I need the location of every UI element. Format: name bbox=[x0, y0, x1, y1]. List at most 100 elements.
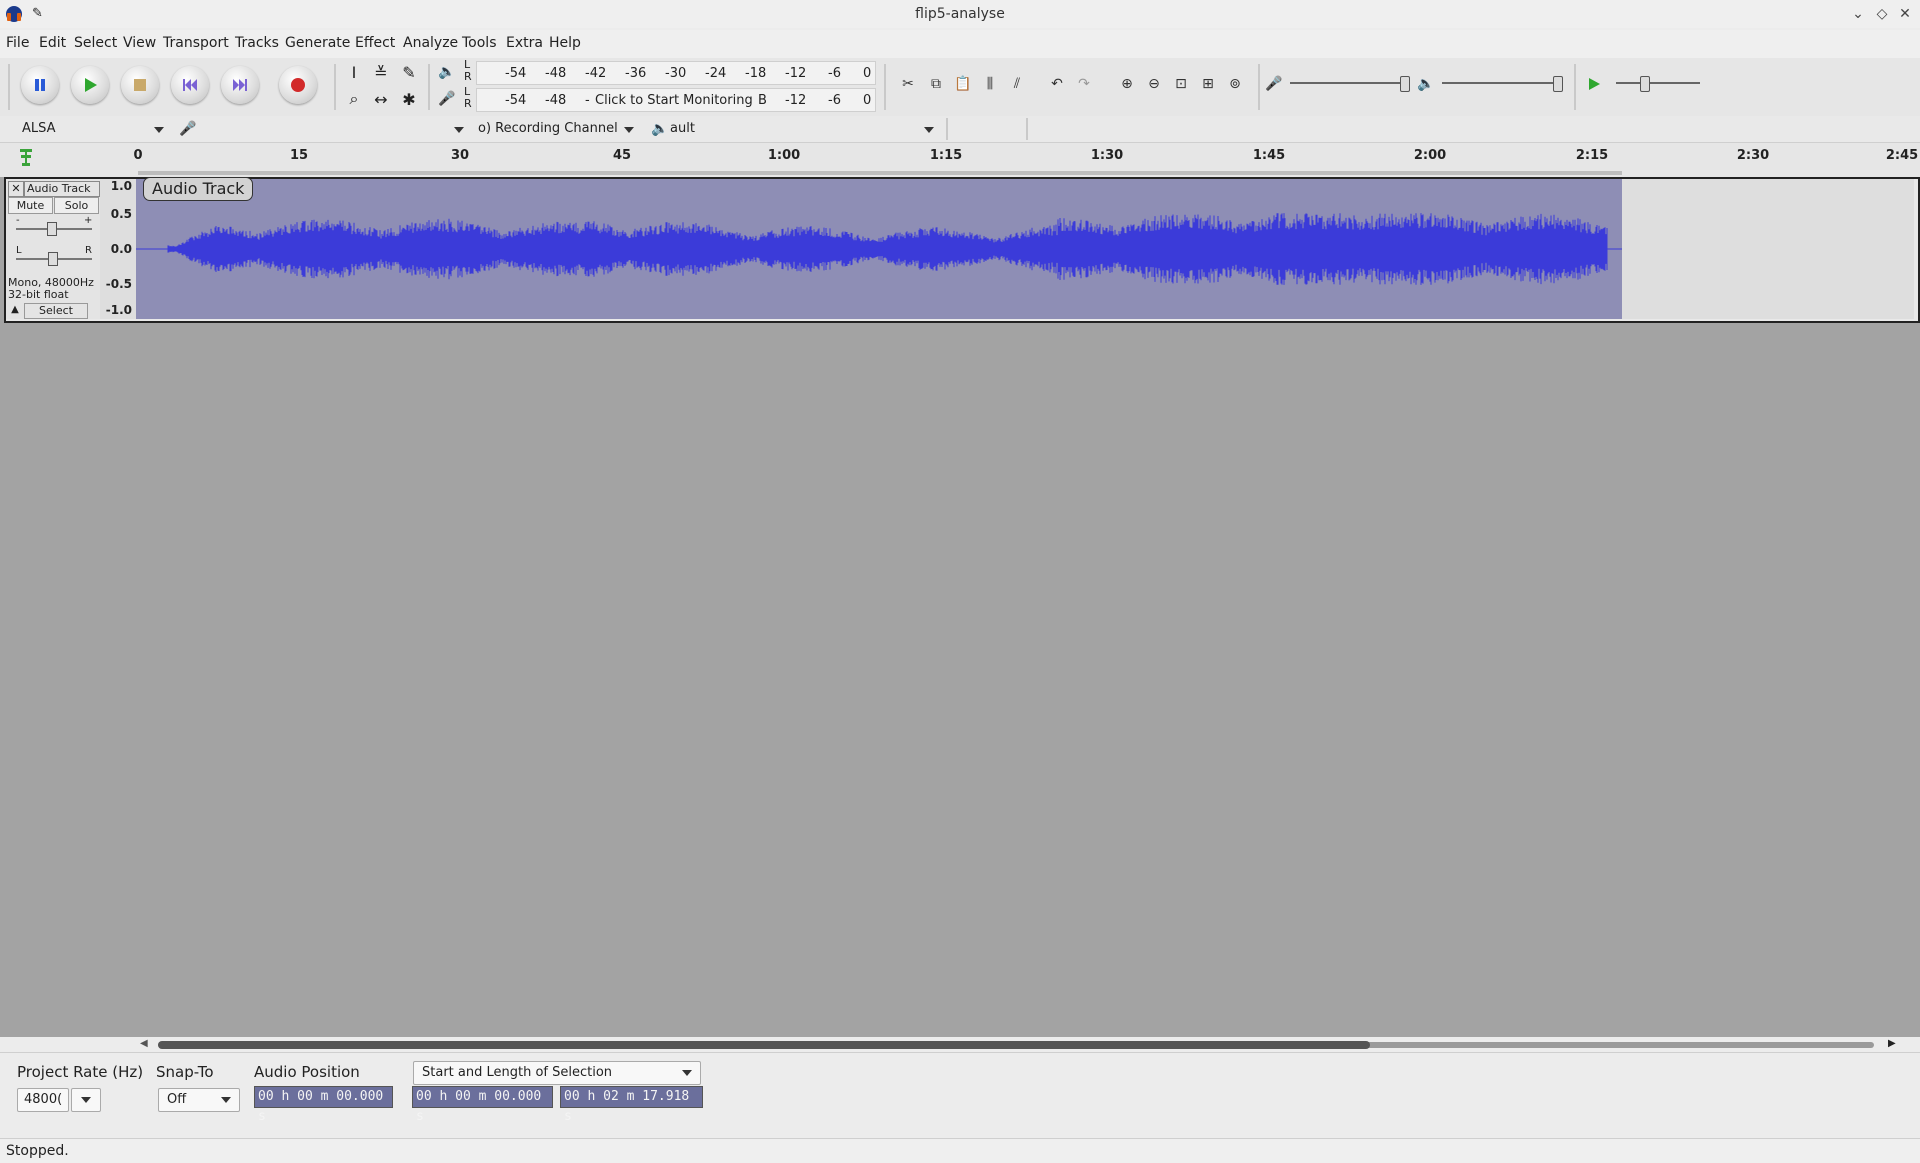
menu-view[interactable]: View bbox=[123, 35, 156, 51]
record-volume-thumb[interactable] bbox=[1400, 76, 1410, 92]
menu-tracks[interactable]: Tracks bbox=[235, 35, 279, 51]
record-meter[interactable]: -54 -48 -42 -36 -30 -24 -18 -12 -6 0 bbox=[476, 61, 876, 85]
menu-analyze[interactable]: Analyze bbox=[403, 35, 458, 51]
ruler-label: 1:45 bbox=[1252, 148, 1286, 163]
menu-transport[interactable]: Transport bbox=[163, 35, 229, 51]
project-rate-value: 4800( bbox=[24, 1092, 63, 1107]
snap-to-select[interactable]: Off bbox=[158, 1088, 240, 1112]
menu-help[interactable]: Help bbox=[549, 35, 581, 51]
play-at-speed-icon[interactable] bbox=[1582, 72, 1606, 96]
playback-volume-thumb[interactable] bbox=[1553, 76, 1563, 92]
selection-tool-icon[interactable]: I bbox=[342, 60, 366, 84]
solo-button[interactable]: Solo bbox=[54, 197, 99, 214]
track-name-menu[interactable]: Audio Track bbox=[24, 181, 100, 197]
playback-device-select[interactable]: ault bbox=[668, 119, 944, 139]
selection-length-field[interactable]: 00 h 02 m 17.918 s bbox=[560, 1086, 703, 1124]
amplitude-scale[interactable]: 1.0 0.5 0.0 -0.5 -1.0 bbox=[100, 179, 137, 319]
ruler-label: 2:15 bbox=[1575, 148, 1609, 163]
speaker-icon[interactable]: 🔈 bbox=[435, 60, 459, 84]
gain-thumb[interactable] bbox=[47, 222, 57, 236]
menu-generate[interactable]: Generate bbox=[285, 35, 350, 51]
collapse-icon[interactable]: ▲ bbox=[8, 303, 22, 317]
playback-meter[interactable]: -54 -48 - Click to Start Monitoring B -1… bbox=[476, 88, 876, 112]
pan-thumb[interactable] bbox=[48, 252, 58, 266]
audio-host-select[interactable]: ALSA bbox=[12, 119, 164, 139]
multi-tool-icon[interactable]: ✱ bbox=[397, 87, 421, 111]
silence-icon[interactable]: ⫽ bbox=[1005, 72, 1029, 96]
scroll-left-icon[interactable]: ◀ bbox=[140, 1038, 148, 1049]
copy-icon[interactable]: ⧉ bbox=[924, 72, 948, 96]
empty-track-region[interactable] bbox=[1622, 179, 1914, 319]
playback-volume-slider[interactable] bbox=[1442, 82, 1562, 84]
timeline-ruler[interactable]: 0 15 30 45 1:00 1:15 1:30 1:45 2:00 2:15… bbox=[0, 143, 1920, 178]
ruler-label: 45 bbox=[612, 148, 632, 163]
skip-start-button[interactable] bbox=[171, 66, 209, 104]
ruler-label: 1:15 bbox=[929, 148, 963, 163]
track-close-icon[interactable]: ✕ bbox=[8, 181, 24, 197]
project-rate-field[interactable]: 4800( bbox=[17, 1088, 69, 1112]
redo-icon[interactable]: ↷ bbox=[1072, 72, 1096, 96]
stop-button[interactable] bbox=[121, 66, 159, 104]
paste-icon[interactable]: 📋 bbox=[951, 72, 975, 96]
snap-to-label: Snap-To bbox=[156, 1063, 214, 1081]
maximize-icon[interactable]: ◇ bbox=[1872, 4, 1892, 24]
playback-device-value: ault bbox=[670, 121, 695, 136]
track-select-button[interactable]: Select bbox=[24, 303, 88, 319]
record-volume-slider[interactable] bbox=[1290, 82, 1410, 84]
microphone-icon[interactable]: 🎤 bbox=[435, 87, 459, 111]
record-icon bbox=[291, 78, 305, 92]
ruler-label: 0 bbox=[133, 148, 143, 163]
ruler-label: 2:00 bbox=[1413, 148, 1447, 163]
close-icon[interactable]: ✕ bbox=[1895, 4, 1915, 24]
minimize-icon[interactable]: ⌄ bbox=[1848, 4, 1868, 24]
recording-channel-select[interactable]: o) Recording Channel bbox=[474, 119, 634, 139]
menu-extra[interactable]: Extra bbox=[506, 35, 543, 51]
menu-select[interactable]: Select bbox=[74, 35, 117, 51]
horizontal-scrollbar[interactable]: ◀ ▶ bbox=[140, 1038, 1896, 1050]
envelope-tool-icon[interactable]: ≚ bbox=[369, 60, 393, 84]
recording-device-select[interactable] bbox=[200, 119, 466, 139]
device-toolbar: ALSA 🎤 o) Recording Channel 🔈 ault bbox=[0, 116, 1920, 143]
audio-host-value: ALSA bbox=[22, 121, 56, 136]
menu-tools[interactable]: Tools bbox=[462, 35, 497, 51]
selection-toolbar: Project Rate (Hz) 4800( Snap-To Off Audi… bbox=[0, 1052, 1920, 1139]
monitoring-prompt[interactable]: Click to Start Monitoring bbox=[595, 93, 753, 108]
fit-selection-icon[interactable]: ⊡ bbox=[1169, 72, 1193, 96]
play-speed-thumb[interactable] bbox=[1640, 76, 1650, 92]
undo-icon[interactable]: ↶ bbox=[1045, 72, 1069, 96]
zoom-in-icon[interactable]: ⊕ bbox=[1115, 72, 1139, 96]
waveform-clip[interactable] bbox=[136, 179, 1622, 319]
play-speed-slider[interactable] bbox=[1616, 82, 1700, 84]
menu-edit[interactable]: Edit bbox=[39, 35, 66, 51]
selection-mode-select[interactable]: Start and Length of Selection bbox=[413, 1061, 701, 1085]
clip-name-label[interactable]: Audio Track bbox=[143, 177, 254, 201]
selection-start-field[interactable]: 00 h 00 m 00.000 s bbox=[412, 1086, 553, 1124]
draw-tool-icon[interactable]: ✎ bbox=[397, 60, 421, 84]
record-volume-icon: 🎤 bbox=[1265, 76, 1283, 92]
project-rate-dropdown[interactable] bbox=[71, 1088, 101, 1112]
cut-icon[interactable]: ✂ bbox=[896, 72, 920, 96]
pin-head-icon[interactable] bbox=[16, 147, 36, 173]
pause-button[interactable] bbox=[21, 66, 59, 104]
scroll-right-icon[interactable]: ▶ bbox=[1888, 1038, 1896, 1049]
zoom-tool-icon[interactable]: ⌕ bbox=[342, 87, 366, 111]
ruler-label: 30 bbox=[450, 148, 470, 163]
scrollbar-thumb[interactable] bbox=[158, 1041, 1370, 1049]
record-button[interactable] bbox=[279, 66, 317, 104]
menu-effect[interactable]: Effect bbox=[355, 35, 395, 51]
menu-file[interactable]: File bbox=[6, 35, 29, 51]
fit-project-icon[interactable]: ⊞ bbox=[1196, 72, 1220, 96]
scale-label: 1.0 bbox=[110, 179, 132, 193]
pan-right: R bbox=[85, 245, 92, 256]
play-button[interactable] bbox=[71, 66, 109, 104]
project-rate-label: Project Rate (Hz) bbox=[17, 1063, 144, 1081]
timeshift-tool-icon[interactable]: ↔ bbox=[369, 87, 393, 111]
zoom-toggle-icon[interactable]: ⊚ bbox=[1223, 72, 1247, 96]
trim-icon[interactable]: ⫼ bbox=[978, 72, 1002, 96]
audio-position-field[interactable]: 00 h 00 m 00.000 s bbox=[254, 1086, 393, 1124]
zoom-out-icon[interactable]: ⊖ bbox=[1142, 72, 1166, 96]
gain-minus: - bbox=[16, 215, 20, 226]
mute-button[interactable]: Mute bbox=[8, 197, 53, 214]
skip-end-button[interactable] bbox=[221, 66, 259, 104]
recording-channel-value: o) Recording Channel bbox=[478, 121, 618, 136]
